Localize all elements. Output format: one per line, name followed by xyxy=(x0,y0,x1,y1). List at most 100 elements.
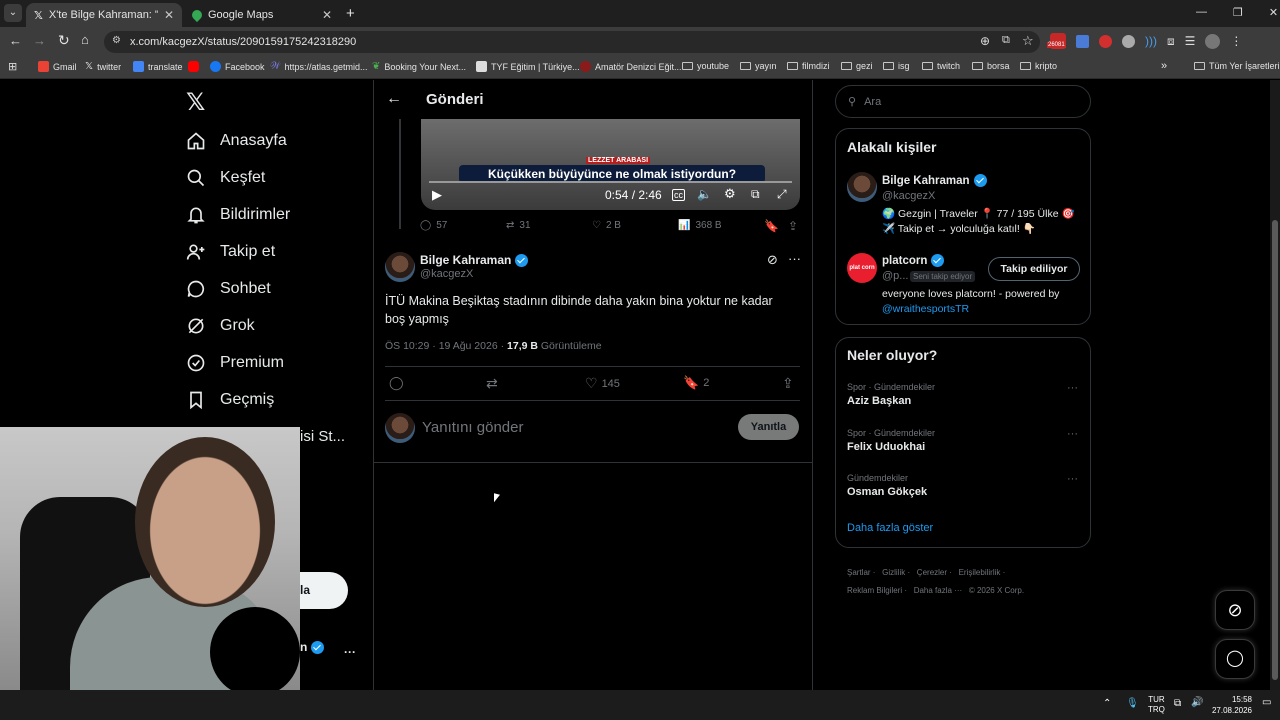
trend-more-icon[interactable]: ··· xyxy=(1067,473,1078,485)
microphone-icon[interactable]: 🎙 xyxy=(1126,698,1139,709)
more-bookmarks-icon[interactable]: » xyxy=(1161,60,1167,72)
avatar[interactable] xyxy=(847,172,877,202)
install-icon[interactable]: ⧉ xyxy=(1002,34,1010,47)
clock[interactable]: 15:58 27.08.2026 xyxy=(1210,694,1252,716)
bookmark-atlas[interactable]: 𝒲https://atlas.getmid... xyxy=(270,61,368,72)
reply-button[interactable]: ◯ 57 xyxy=(420,220,447,231)
like-button[interactable]: ♡ 145 xyxy=(585,375,620,392)
bookmark-icon[interactable]: 🔖 xyxy=(764,219,779,233)
nav-notifications[interactable]: Bildirimler xyxy=(186,205,290,225)
grok-icon[interactable]: ⊘ xyxy=(767,252,778,268)
bookmark-folder-filmdizi[interactable]: filmdizi xyxy=(787,61,830,71)
avatar[interactable] xyxy=(385,252,415,282)
notification-icon[interactable]: ▭ xyxy=(1262,697,1271,708)
forward-icon[interactable]: → xyxy=(33,33,46,48)
bookmark-folder-gezi[interactable]: gezi xyxy=(841,61,873,71)
nav-explore[interactable]: Keşfet xyxy=(186,168,265,188)
messages-floating-button[interactable]: ◯ xyxy=(1215,639,1255,679)
footer-link[interactable]: Çerezler xyxy=(917,568,947,577)
scrollbar[interactable] xyxy=(1270,80,1280,690)
nav-premium[interactable]: Premium xyxy=(186,353,284,373)
video-player[interactable]: LEZZET ARABASI Küçükken büyüyünce ne olm… xyxy=(421,119,800,210)
trend-more-icon[interactable]: ··· xyxy=(1067,428,1078,440)
post-button[interactable]: la xyxy=(300,572,348,609)
footer-link[interactable]: Gizlilik xyxy=(882,568,905,577)
footer-link[interactable]: Erişilebilirlik xyxy=(959,568,1001,577)
bookmark-folder-kripto[interactable]: kripto xyxy=(1020,61,1057,71)
audio-icon[interactable]: ))) xyxy=(1145,34,1157,48)
home-icon[interactable]: ⌂ xyxy=(81,32,89,47)
views-button[interactable]: 📊 368 B xyxy=(678,220,722,231)
chevron-up-icon[interactable]: ⌃ xyxy=(1103,698,1111,709)
tab-google-maps[interactable]: Google Maps ✕ xyxy=(184,3,340,27)
share-icon[interactable]: ⇪ xyxy=(788,219,798,233)
trend-item[interactable]: Spor · Gündemdekiler Felix Uduokhai ··· xyxy=(847,428,1082,453)
menu-icon[interactable]: ⋮ xyxy=(1230,34,1242,48)
bio-link[interactable]: @wraithesportsTR xyxy=(882,303,969,315)
reply-button[interactable]: Yanıtla xyxy=(738,414,799,440)
bookmark-folder-youtube[interactable]: youtube xyxy=(682,61,729,71)
footer-link[interactable]: Şartlar xyxy=(847,568,871,577)
repost-button[interactable]: ⇄ 31 xyxy=(506,220,531,231)
bookmark-amator[interactable]: Amatör Denizci Eğit... xyxy=(580,61,682,72)
x-logo-icon[interactable]: 𝕏 xyxy=(186,88,205,117)
adblock-icon[interactable] xyxy=(1099,34,1112,48)
apps-icon[interactable]: ⊞ xyxy=(8,60,17,73)
close-icon[interactable]: ✕ xyxy=(322,8,332,22)
fullscreen-icon[interactable]: ⤢ xyxy=(777,187,787,202)
nav-follow[interactable]: Takip et xyxy=(186,242,275,262)
settings-gear-icon[interactable]: ⚙ xyxy=(724,186,736,202)
grok-floating-button[interactable]: ⊘ xyxy=(1215,590,1255,630)
share-icon[interactable]: ⇪ xyxy=(782,375,794,392)
search-input[interactable]: ⚲ Ara xyxy=(835,85,1091,118)
bookmark-youtube-icon[interactable] xyxy=(188,61,199,72)
video-progress-bar[interactable] xyxy=(429,181,792,183)
tab-x-post[interactable]: 𝕏 X'te Bilge Kahraman: "@platco ✕ xyxy=(26,3,182,27)
like-button[interactable]: ♡ 2 B xyxy=(592,220,621,231)
pip-icon[interactable]: ⧉ xyxy=(751,187,760,202)
bookmark-folder-borsa[interactable]: borsa xyxy=(972,61,1010,71)
zoom-icon[interactable]: ⊕ xyxy=(980,34,990,48)
trend-item[interactable]: Spor · Gündemdekiler Aziz Başkan ··· xyxy=(847,382,1082,407)
trend-item[interactable]: Gündemdekiler Osman Gökçek ··· xyxy=(847,473,1082,498)
back-icon[interactable]: ← xyxy=(386,90,402,108)
bookmark-star-icon[interactable]: ☆ xyxy=(1022,33,1034,49)
bookmark-folder-twitch[interactable]: twitch xyxy=(922,61,960,71)
author-handle[interactable]: @kacgezX xyxy=(420,268,473,280)
bookmark-button[interactable]: 🔖 2 xyxy=(683,375,709,391)
account-switcher[interactable]: n xyxy=(300,640,325,654)
avatar[interactable]: plat corn xyxy=(847,253,877,283)
repost-icon[interactable]: ⇄ xyxy=(486,375,498,392)
bookmark-facebook[interactable]: Facebook xyxy=(210,61,265,72)
puzzle-icon[interactable]: ⧈ xyxy=(1167,34,1175,49)
trend-more-icon[interactable]: ··· xyxy=(1067,382,1078,394)
footer-link[interactable]: Daha fazla ··· xyxy=(914,586,962,595)
all-bookmarks[interactable]: Tüm Yer İşaretleri xyxy=(1194,61,1280,71)
extension-badge-icon[interactable]: 26081 xyxy=(1047,33,1066,49)
more-options-icon[interactable]: ··· xyxy=(788,251,801,266)
account-more-icon[interactable]: ··· xyxy=(344,645,356,659)
bookmark-translate[interactable]: translate xyxy=(133,61,183,72)
site-info-icon[interactable]: ⚙ xyxy=(112,35,121,46)
show-more-link[interactable]: Daha fazla göster xyxy=(847,522,933,534)
nav-home[interactable]: Anasayfa xyxy=(186,131,287,151)
reply-icon[interactable]: ◯ xyxy=(389,375,404,391)
tweet-timestamp[interactable]: ÖS 10:29 · 19 Ağu 2026 · xyxy=(385,340,507,352)
input-language[interactable]: TUR TRQ xyxy=(1148,695,1165,715)
scrollbar-thumb[interactable] xyxy=(1272,220,1278,680)
tweet-author[interactable]: Bilge Kahraman xyxy=(420,253,529,267)
bookmark-tyf[interactable]: TYF Eğitim | Türkiye... xyxy=(476,61,580,72)
new-tab-button[interactable]: + xyxy=(346,5,355,22)
tab-search-button[interactable]: ⌄ xyxy=(4,4,22,22)
play-icon[interactable]: ▶ xyxy=(432,187,442,203)
nav-history[interactable]: Geçmiş xyxy=(186,390,274,410)
footer-link[interactable]: Reklam Bilgileri xyxy=(847,586,902,595)
bookmark-gmail[interactable]: Gmail xyxy=(38,61,77,72)
bookmark-twitter[interactable]: 𝕏twitter xyxy=(85,61,121,72)
address-bar[interactable]: ⚙ x.com/kacgezX/status/20901591752423182… xyxy=(104,31,1040,53)
person-name[interactable]: Bilge Kahraman xyxy=(882,174,987,187)
network-icon[interactable]: ⧉ xyxy=(1174,698,1181,709)
nav-chat[interactable]: Sohbet xyxy=(186,279,271,299)
bookmark-folder-yayin[interactable]: yayın xyxy=(740,61,777,71)
minimize-button[interactable]: — xyxy=(1196,6,1207,19)
